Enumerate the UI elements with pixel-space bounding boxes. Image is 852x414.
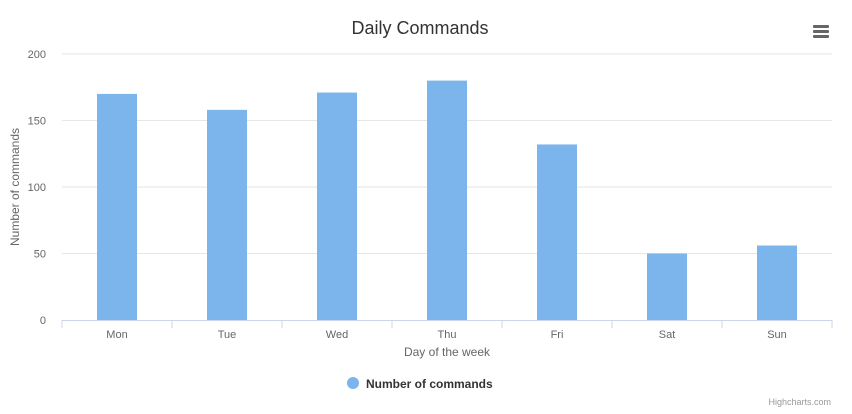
legend-item[interactable]: Number of commands (347, 377, 493, 391)
bar[interactable] (317, 92, 357, 320)
x-tick-label: Tue (218, 329, 237, 341)
y-axis-ticks: 0 50 100 150 200 (28, 49, 46, 327)
x-axis-title: Day of the week (404, 345, 491, 359)
x-tick-label: Sat (659, 329, 676, 341)
bar[interactable] (207, 109, 247, 320)
chart-title: Daily Commands (351, 18, 488, 38)
legend-marker (347, 377, 359, 389)
y-tick-label: 100 (28, 182, 46, 194)
legend-label: Number of commands (366, 377, 493, 391)
x-tick-label: Fri (551, 329, 564, 341)
y-tick-label: 150 (28, 116, 46, 128)
credits-link[interactable]: Highcharts.com (768, 397, 831, 407)
x-tick-label: Mon (106, 329, 127, 341)
y-axis-title: Number of commands (8, 128, 22, 246)
hamburger-menu-icon[interactable] (806, 20, 836, 44)
x-axis: Mon Tue Wed Thu Fri Sat Sun (61, 320, 833, 341)
bar[interactable] (757, 245, 797, 320)
bar[interactable] (647, 253, 687, 321)
bar[interactable] (537, 144, 577, 320)
y-tick-label: 0 (40, 315, 46, 327)
y-tick-label: 200 (28, 49, 46, 61)
bar[interactable] (427, 80, 467, 320)
x-tick-label: Wed (326, 329, 348, 341)
chart-container: Daily Commands 0 50 100 150 200 Mon Tue Wed Thu… (8, 18, 836, 391)
bar-series (97, 80, 797, 321)
x-tick-label: Sun (767, 329, 787, 341)
bar[interactable] (97, 93, 137, 321)
x-tick-label: Thu (438, 329, 457, 341)
y-tick-label: 50 (34, 249, 46, 261)
